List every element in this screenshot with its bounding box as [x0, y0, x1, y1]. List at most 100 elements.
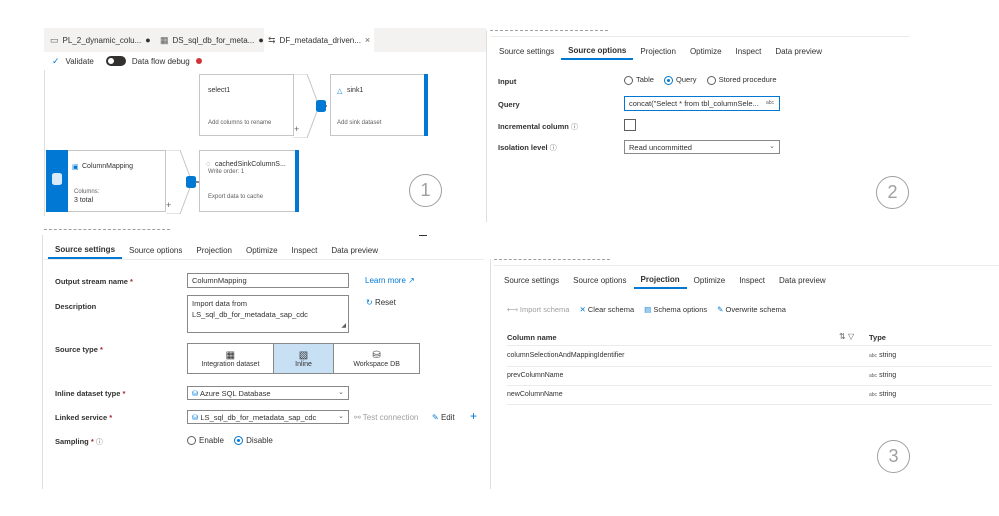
source-type-integration-dataset[interactable]: ▦ Integration dataset	[188, 344, 274, 373]
description-textarea[interactable]: Import data from LS_sql_db_for_metadata_…	[187, 295, 349, 333]
panel-divider	[494, 259, 610, 260]
inline-dataset-type-dropdown[interactable]: ⛁ Azure SQL Database ⌄	[187, 386, 349, 400]
node-subtitle: Add columns to rename	[208, 120, 272, 126]
projection-tabs: Source settings Source options Projectio…	[497, 271, 833, 289]
clear-schema-button[interactable]: ✕ Clear schema	[579, 305, 634, 314]
source-type-workspace-db[interactable]: ⛁ Workspace DB	[334, 344, 419, 373]
columnmapping-node[interactable]: ▣ ColumnMapping Columns: 3 total	[68, 150, 166, 212]
tab-source-options[interactable]: Source options	[561, 42, 634, 60]
add-transform-icon[interactable]: +	[294, 124, 299, 134]
inline-icon: ▧	[298, 349, 309, 361]
sink-icon: △	[337, 88, 343, 95]
node-accent-bar	[424, 74, 428, 136]
tab-pipeline[interactable]: ▭ PL_2_dynamic_colu... ●	[46, 28, 155, 52]
column-name-cell: newColumnName	[507, 391, 563, 398]
panel-divider	[44, 229, 170, 230]
unsaved-dot: ●	[258, 35, 264, 45]
isolation-level-dropdown[interactable]: Read uncommitted ⌄	[624, 140, 780, 154]
radio-table[interactable]: Table	[624, 75, 654, 85]
tab-optimize[interactable]: Optimize	[683, 42, 729, 60]
add-transform-icon[interactable]: +	[166, 200, 171, 210]
sink1-node[interactable]: △ sink1 Add sink dataset	[330, 74, 428, 136]
tab-projection[interactable]: Projection	[633, 271, 687, 289]
radio-stored-procedure[interactable]: Stored procedure	[706, 75, 777, 85]
table-row[interactable]: columnSelectionAndMappingIdentifier abc s…	[507, 352, 992, 370]
close-icon[interactable]: ×	[365, 35, 370, 45]
row-divider	[507, 366, 992, 367]
sql-database-icon: ⛁	[192, 413, 199, 422]
incremental-column-checkbox[interactable]	[624, 119, 636, 131]
radio-query[interactable]: Query	[664, 75, 696, 85]
tab-optimize[interactable]: Optimize	[239, 241, 285, 259]
overwrite-schema-button[interactable]: ✎ Overwrite schema	[717, 305, 786, 314]
reset-button[interactable]: ↻ Reset	[366, 298, 396, 307]
column-name-cell: columnSelectionAndMappingIdentifier	[507, 352, 625, 359]
tab-inspect[interactable]: Inspect	[285, 241, 325, 259]
incremental-column-label: Incremental column ⓘ	[498, 122, 578, 131]
resize-grip-icon: ◢	[341, 323, 346, 329]
cached-sink-node[interactable]: ◌ cachedSinkColumnS... Write order: 1 Ex…	[199, 150, 299, 212]
dynamic-content-icon[interactable]: abc	[766, 100, 774, 106]
row-divider	[507, 404, 992, 405]
import-schema-button[interactable]: ⟻ Import schema	[507, 305, 569, 314]
select1-node[interactable]: select1 Add columns to rename	[199, 74, 294, 136]
node-title: select1	[208, 87, 231, 94]
debug-status-dot	[195, 58, 202, 64]
validate-button[interactable]: Validate	[66, 57, 94, 66]
edit-button[interactable]: ✎ Edit	[432, 413, 455, 422]
tab-projection[interactable]: Projection	[633, 42, 683, 60]
tab-inspect[interactable]: Inspect	[729, 42, 769, 60]
sql-database-icon: ⛁	[192, 389, 199, 398]
debug-label: Data flow debug	[131, 56, 190, 66]
tab-source-settings[interactable]: Source settings	[497, 271, 566, 289]
source-type-inline[interactable]: ▧ Inline	[273, 344, 335, 373]
drag-handle[interactable]	[419, 235, 427, 236]
table-icon: ▦	[225, 349, 236, 361]
schema-options-button[interactable]: ▤ Schema options	[644, 305, 707, 314]
source-options-tabs: Source settings Source options Projectio…	[492, 42, 829, 60]
tab-inspect[interactable]: Inspect	[732, 271, 772, 289]
tab-underline	[44, 259, 484, 260]
tab-projection[interactable]: Projection	[189, 241, 239, 259]
header-divider	[507, 345, 992, 346]
output-stream-input[interactable]: ColumnMapping	[187, 273, 349, 288]
learn-more-link[interactable]: Learn more ↗	[365, 276, 415, 285]
table-row[interactable]: prevColumnName abc string	[507, 372, 992, 390]
tab-dataset[interactable]: ▦ DS_sql_db_for_meta... ●	[156, 28, 268, 52]
tab-dataflow[interactable]: ⇆ DF_metadata_driven... ×	[264, 28, 375, 52]
tab-source-settings[interactable]: Source settings	[492, 42, 561, 60]
add-icon[interactable]: +	[470, 409, 477, 423]
table-row[interactable]: newColumnName abc string	[507, 391, 992, 409]
input-label: Input	[498, 77, 517, 86]
tab-data-preview[interactable]: Data preview	[772, 271, 833, 289]
pipeline-icon: ▭	[50, 34, 59, 45]
query-input[interactable]: concat("Select * from tbl_columnSele... …	[624, 96, 780, 111]
radio-enable[interactable]: Enable	[187, 436, 224, 446]
output-stream-label: Output stream name *	[55, 277, 133, 286]
step-marker: 2	[876, 176, 909, 209]
linked-service-dropdown[interactable]: ⛁ LS_sql_db_for_metadata_sap_cdc ⌄	[187, 410, 349, 424]
dataflow-icon: ⇆	[268, 34, 276, 45]
node-title: cachedSinkColumnS...	[215, 161, 286, 168]
info-icon: ⓘ	[549, 145, 557, 152]
node-accent-bar	[295, 150, 299, 212]
tab-optimize[interactable]: Optimize	[687, 271, 733, 289]
radio-disable[interactable]: Disable	[234, 436, 273, 446]
close-icon: ✕	[579, 305, 586, 314]
tab-source-settings[interactable]: Source settings	[48, 241, 123, 259]
sort-filter-icons[interactable]: ⇅ ▽	[839, 332, 854, 341]
tab-data-preview[interactable]: Data preview	[768, 42, 829, 60]
panel-border	[494, 265, 999, 266]
tab-data-preview[interactable]: Data preview	[324, 241, 385, 259]
panel-divider	[490, 30, 608, 31]
output-stream-value: ColumnMapping	[192, 276, 247, 285]
chevron-down-icon: ⌄	[338, 413, 344, 420]
dataflow-canvas[interactable]: select1 Add columns to rename + △ sink1 …	[44, 70, 486, 216]
tab-source-options[interactable]: Source options	[122, 241, 189, 259]
sort-icon: ⇅	[839, 332, 846, 341]
debug-toggle[interactable]	[105, 56, 126, 66]
unsaved-dot: ●	[145, 35, 151, 45]
tab-source-options[interactable]: Source options	[566, 271, 633, 289]
info-icon: ⓘ	[95, 439, 103, 446]
test-connection-button[interactable]: ⚯ Test connection	[354, 413, 418, 422]
